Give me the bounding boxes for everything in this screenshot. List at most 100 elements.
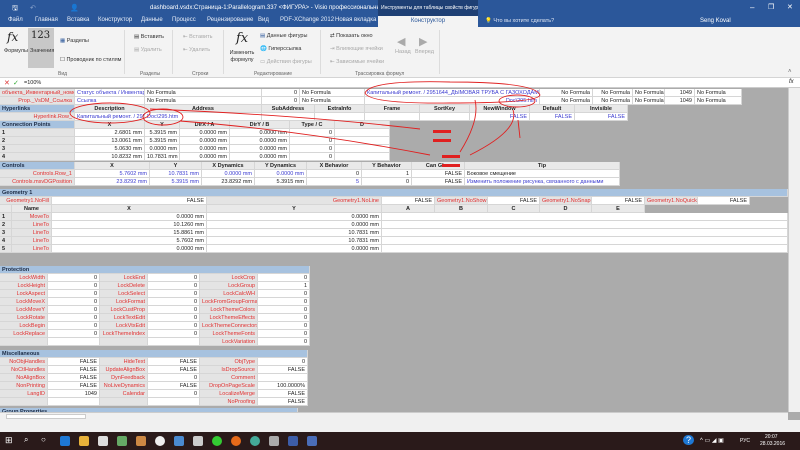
row-name[interactable] bbox=[0, 398, 48, 406]
row-name[interactable]: Geometry1.NoQuickDrag bbox=[645, 197, 698, 205]
tray-icons[interactable]: ^ ▭ ◢ ▣ bbox=[700, 437, 724, 444]
geometry-cell[interactable]: 10.7831 mm bbox=[207, 237, 382, 245]
property-value[interactable]: 0 bbox=[48, 290, 100, 298]
row-name[interactable]: LineTo bbox=[12, 237, 52, 245]
back-icon[interactable]: ◀ bbox=[397, 35, 405, 48]
connection-cell[interactable]: 5.0630 mm bbox=[75, 145, 145, 153]
horizontal-scrollbar[interactable] bbox=[0, 412, 788, 420]
connection-cell[interactable]: 0.0000 mm bbox=[230, 153, 290, 161]
user-cell[interactable]: No Formula bbox=[633, 97, 665, 105]
property-value[interactable]: 0 bbox=[258, 330, 310, 338]
user-cell[interactable]: No Formula bbox=[540, 89, 593, 97]
property-value[interactable]: FALSE bbox=[48, 358, 100, 366]
property-value[interactable]: 0 bbox=[148, 274, 200, 282]
connection-cell[interactable]: 0.0000 mm bbox=[230, 129, 290, 137]
vertical-scrollbar[interactable] bbox=[788, 88, 800, 412]
column-header[interactable]: Invisible bbox=[575, 105, 628, 113]
clock-time[interactable]: 20:07 bbox=[765, 434, 778, 440]
control-cell[interactable]: 0.0000 mm bbox=[202, 170, 255, 178]
row-name[interactable]: Geometry1.NoLine bbox=[207, 197, 382, 205]
visio-icon[interactable] bbox=[288, 436, 298, 446]
row-name[interactable]: LockThemeConnectors bbox=[200, 322, 258, 330]
hp-icon[interactable] bbox=[155, 436, 165, 446]
property-value[interactable]: 0 bbox=[148, 314, 200, 322]
column-header[interactable]: Y Dynamics bbox=[255, 162, 307, 170]
row-name[interactable]: LockCrop bbox=[200, 274, 258, 282]
insert-section-button[interactable]: ▤ Вставить bbox=[134, 34, 164, 40]
row-name[interactable]: UpdateAlignBox bbox=[100, 366, 148, 374]
delete-row-button[interactable]: ⇤ Удалить bbox=[183, 47, 210, 53]
row-name[interactable]: NonPrinting bbox=[0, 382, 48, 390]
column-header[interactable]: NewWindow bbox=[470, 105, 530, 113]
shape-data-button[interactable]: ▤ Данные фигуры bbox=[260, 33, 307, 39]
user-icon[interactable]: 👤 bbox=[70, 4, 79, 12]
row-name[interactable]: LockFromGroupFormat bbox=[200, 298, 258, 306]
row-name[interactable]: ObjType bbox=[200, 358, 258, 366]
formula-input[interactable]: =100% bbox=[24, 80, 41, 86]
row-name[interactable]: LockTextEdit bbox=[100, 314, 148, 322]
control-cell[interactable]: Изменить положение рисунка, связанного с… bbox=[465, 178, 620, 186]
hyperlink-cell[interactable] bbox=[420, 113, 470, 121]
app-icon[interactable] bbox=[174, 436, 184, 446]
row-name[interactable]: LockWidth bbox=[0, 274, 48, 282]
connection-cell[interactable] bbox=[335, 129, 390, 137]
row-name[interactable]: объекта_Инвентарный_номер bbox=[0, 89, 75, 97]
control-cell[interactable]: 0.0000 mm bbox=[255, 170, 307, 178]
row-name[interactable]: LangID bbox=[0, 390, 48, 398]
column-header[interactable]: Type / C bbox=[290, 121, 335, 129]
row-name[interactable]: DynFeedback bbox=[100, 374, 148, 382]
sections-button[interactable]: ▦ Разделы bbox=[60, 38, 89, 44]
geometry-cell[interactable]: 0.0000 mm bbox=[207, 213, 382, 221]
control-cell[interactable]: 0 bbox=[307, 170, 362, 178]
connection-cell[interactable]: 0.0000 mm bbox=[180, 129, 230, 137]
property-value[interactable] bbox=[148, 338, 200, 346]
row-name[interactable]: NoCtlHandles bbox=[0, 366, 48, 374]
app-icon[interactable] bbox=[117, 436, 127, 446]
geometry-cell[interactable]: 5.7602 mm bbox=[52, 237, 207, 245]
row-name[interactable]: Geometry1.NoShow bbox=[435, 197, 488, 205]
row-name[interactable]: LockFormat bbox=[100, 298, 148, 306]
values-button[interactable]: 123 Значения bbox=[28, 28, 54, 68]
app-icon[interactable] bbox=[250, 436, 260, 446]
property-value[interactable]: 0 bbox=[148, 322, 200, 330]
trace-dependents-button[interactable]: ⇤ Зависимые ячейки bbox=[330, 59, 384, 65]
control-cell[interactable]: 1 bbox=[362, 170, 412, 178]
column-header[interactable]: C bbox=[488, 205, 540, 213]
user-cell[interactable]: Doc\295.htm bbox=[365, 97, 540, 105]
app-icon[interactable] bbox=[269, 436, 279, 446]
property-value[interactable]: FALSE bbox=[258, 390, 308, 398]
control-cell[interactable]: 5.7602 mm bbox=[75, 170, 150, 178]
column-header[interactable]: Default bbox=[530, 105, 575, 113]
tab-home[interactable]: Главная bbox=[35, 17, 58, 23]
column-header[interactable]: X bbox=[75, 162, 150, 170]
property-value[interactable]: 0 bbox=[258, 298, 310, 306]
column-header[interactable]: X Behavior bbox=[307, 162, 362, 170]
property-value[interactable]: 1 bbox=[258, 282, 310, 290]
row-name[interactable] bbox=[0, 338, 48, 346]
wires-checkbox[interactable]: ☐ Проводник по стилям bbox=[60, 57, 121, 63]
connection-cell[interactable]: 0.0000 mm bbox=[180, 145, 230, 153]
row-name[interactable]: Hyperlink.Row_ bbox=[0, 113, 75, 121]
user-cell[interactable]: No Formula bbox=[300, 89, 365, 97]
undo-icon[interactable]: ↶ bbox=[30, 4, 36, 12]
property-value[interactable]: 0 bbox=[148, 390, 200, 398]
property-value[interactable]: 0 bbox=[258, 314, 310, 322]
calculator-icon[interactable] bbox=[193, 436, 203, 446]
hyperlink-cell[interactable] bbox=[262, 113, 315, 121]
property-value[interactable] bbox=[48, 398, 100, 406]
property-value[interactable] bbox=[148, 398, 200, 406]
row-name[interactable]: NoObjHandles bbox=[0, 358, 48, 366]
connection-cell[interactable]: 0.0000 mm bbox=[180, 153, 230, 161]
back-button[interactable]: Назад bbox=[395, 49, 411, 55]
connection-cell[interactable]: 13.0061 mm bbox=[75, 137, 145, 145]
property-value[interactable]: 0 bbox=[258, 322, 310, 330]
row-index[interactable]: 2 bbox=[0, 221, 12, 229]
property-value[interactable]: FALSE bbox=[48, 382, 100, 390]
property-value[interactable]: 0 bbox=[148, 330, 200, 338]
row-index[interactable]: 4 bbox=[0, 153, 75, 161]
row-name[interactable]: LocalizeMerge bbox=[200, 390, 258, 398]
app-icon[interactable] bbox=[307, 436, 317, 446]
accept-icon[interactable]: ✓ bbox=[13, 79, 19, 87]
connection-cell[interactable]: 0.0000 mm bbox=[180, 137, 230, 145]
fx-icon[interactable]: fx bbox=[789, 79, 794, 85]
